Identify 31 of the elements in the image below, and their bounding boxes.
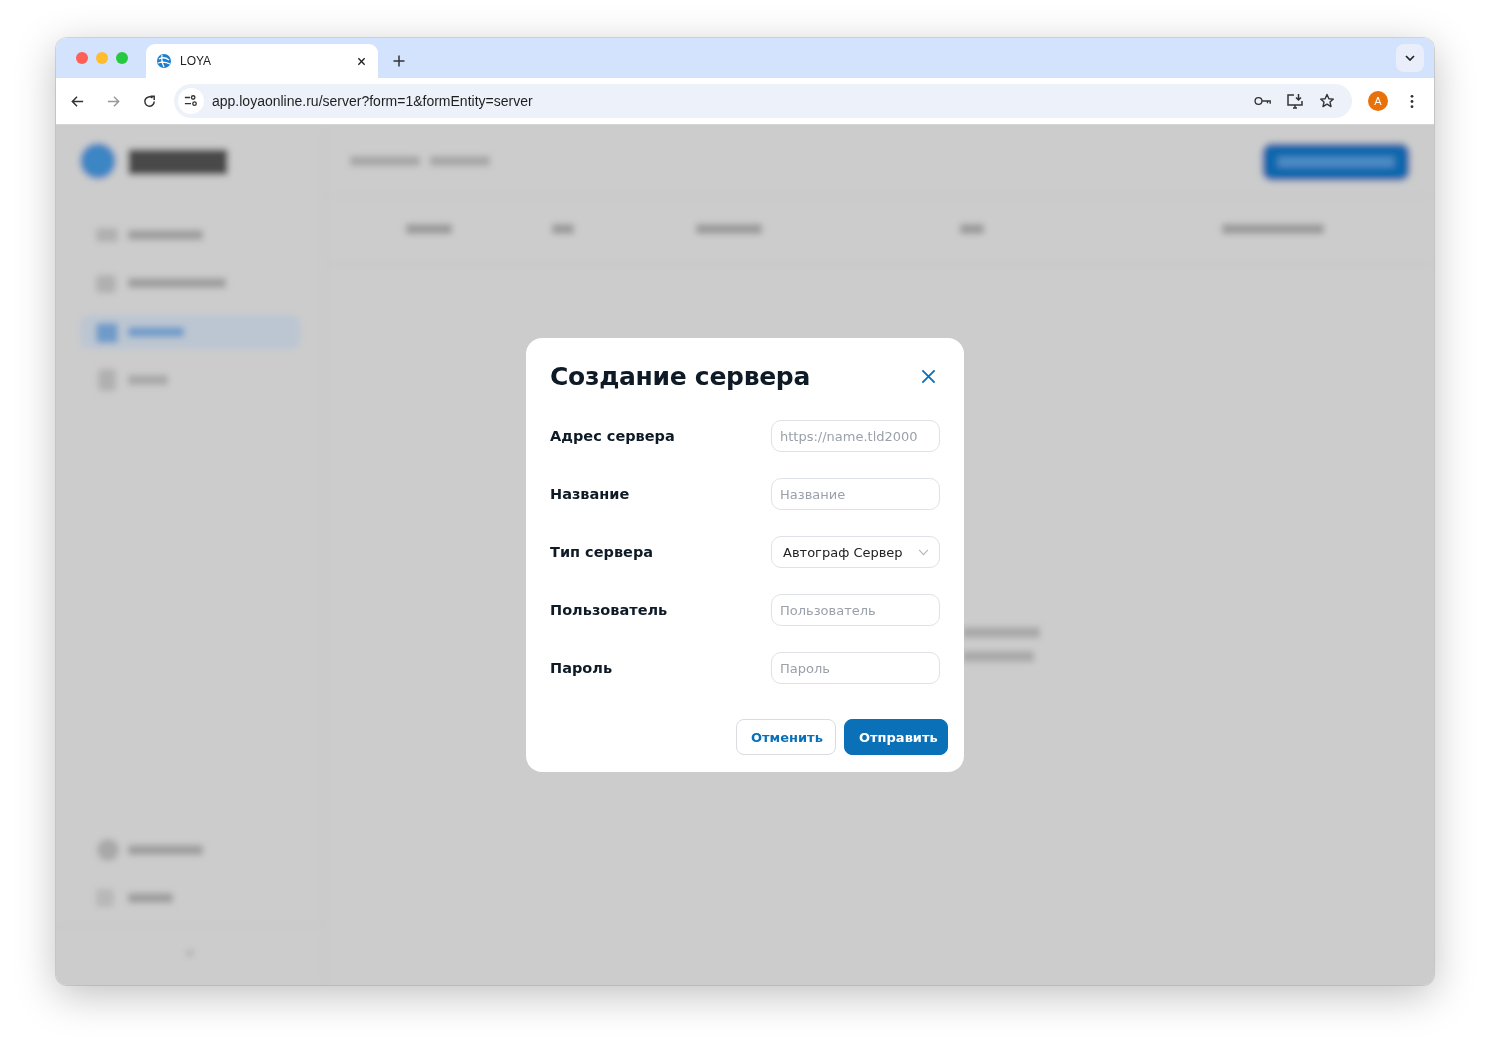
field-label: Пароль	[550, 660, 613, 676]
field-label: Адрес сервера	[550, 428, 675, 444]
input-field[interactable]: https://name.tld2000	[771, 420, 940, 452]
globe-icon	[156, 53, 172, 69]
field-label: Пользователь	[550, 602, 668, 618]
forward-icon[interactable]	[106, 93, 121, 109]
tab-search-button[interactable]	[1396, 44, 1424, 72]
site-settings-icon[interactable]	[184, 94, 198, 108]
input-field[interactable]: Название	[771, 478, 940, 510]
close-tab-icon[interactable]	[357, 56, 366, 66]
cancel-button[interactable]: Отменить	[736, 719, 836, 755]
close-icon[interactable]	[921, 369, 936, 384]
new-tab-icon[interactable]	[393, 55, 405, 67]
input-field[interactable]: Пользователь	[771, 594, 940, 626]
field-label: Тип сервера	[550, 544, 654, 560]
field-label: Название	[550, 486, 630, 502]
back-icon[interactable]	[70, 93, 85, 109]
address-bar[interactable]: app.loyaonline.ru/server?form=1&formEntity=server	[174, 84, 1352, 118]
star-icon[interactable]	[1318, 93, 1336, 109]
submit-button[interactable]: Отправить	[844, 719, 948, 755]
menu-icon[interactable]	[1410, 93, 1414, 109]
input-field[interactable]: Пароль	[771, 652, 940, 684]
chevron-down-icon	[918, 548, 929, 556]
browser-tab[interactable]: LOYA	[146, 44, 378, 78]
dialog-title: Создание сервера	[550, 362, 810, 391]
server-type-dropdown[interactable]: Автограф Сервер	[771, 536, 940, 568]
chevron-down-icon	[1405, 55, 1415, 61]
reload-icon[interactable]	[142, 93, 157, 109]
install-app-icon[interactable]	[1286, 93, 1304, 109]
tab-title: LOYA	[180, 54, 213, 68]
url-text: app.loyaonline.ru/server?form=1&formEntity=server	[212, 93, 533, 109]
